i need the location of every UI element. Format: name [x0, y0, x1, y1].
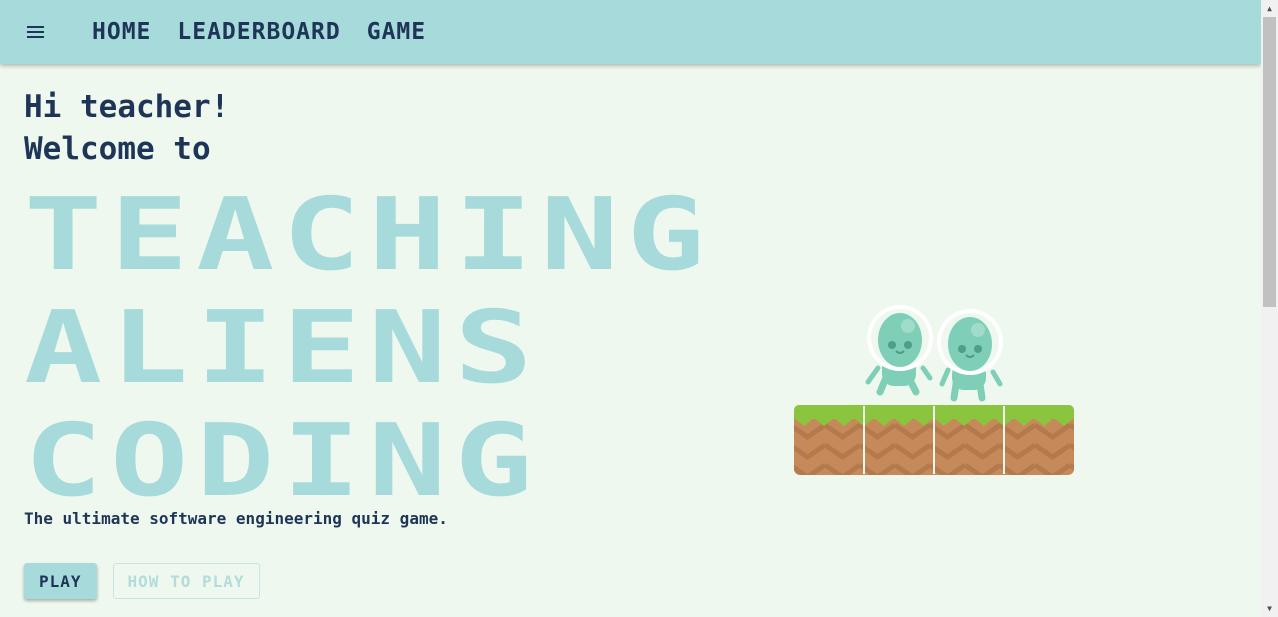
nav-link-home[interactable]: HOME — [92, 19, 151, 45]
nav-link-leaderboard[interactable]: LEADERBOARD — [177, 19, 340, 45]
top-navbar: HOME LEADERBOARD GAME — [0, 0, 1261, 64]
scroll-thumb[interactable] — [1263, 17, 1276, 307]
play-button[interactable]: PLAY — [24, 563, 97, 599]
greeting-line-2: Welcome to — [24, 131, 211, 167]
scroll-up-icon[interactable]: ▲ — [1261, 0, 1278, 17]
tagline: The ultimate software engineering quiz g… — [24, 509, 448, 528]
aliens-illustration — [794, 305, 1074, 475]
action-buttons: PLAY HOW TO PLAY — [24, 563, 260, 599]
greeting-line-1: Hi teacher! — [24, 89, 230, 125]
ground-platform — [794, 405, 1074, 475]
game-title: TEACHING ALIENS CODING — [24, 178, 705, 517]
title-line-1: TEACHING — [24, 176, 713, 293]
alien-right — [937, 309, 1003, 402]
greeting-block: Hi teacher! Welcome to — [24, 86, 229, 170]
vertical-scrollbar[interactable]: ▲ ▼ — [1261, 0, 1278, 617]
title-line-3: CODING — [24, 402, 541, 519]
menu-icon — [27, 26, 44, 38]
nav-links: HOME LEADERBOARD GAME — [92, 19, 452, 45]
scroll-down-icon[interactable]: ▼ — [1261, 600, 1278, 617]
how-to-play-button[interactable]: HOW TO PLAY — [112, 563, 260, 599]
nav-link-game[interactable]: GAME — [367, 19, 426, 45]
alien-left — [865, 305, 933, 396]
title-line-2: ALIENS — [24, 289, 541, 406]
menu-button[interactable] — [0, 0, 72, 64]
